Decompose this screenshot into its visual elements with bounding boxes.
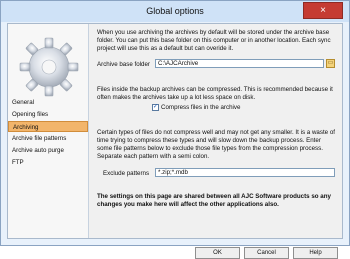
nav-item-archive-file-patterns[interactable]: Archive file patterns <box>8 133 88 144</box>
compression-text: Files inside the backup archives can be … <box>97 86 333 101</box>
intro-text: When you use archiving the archives by d… <box>97 29 331 52</box>
sidebar: General Opening files Archiving Archive … <box>8 24 89 238</box>
ok-button[interactable]: OK <box>195 247 240 259</box>
exclude-info-text: Certain types of files do not compress w… <box>97 129 335 160</box>
nav-item-archiving[interactable]: Archiving <box>8 121 88 132</box>
close-button[interactable]: × <box>303 2 343 19</box>
nav-item-opening-files[interactable]: Opening files <box>8 109 88 120</box>
archive-base-folder-input[interactable]: C:\AJCArchive <box>155 59 324 68</box>
shared-settings-note: The settings on this page are shared bet… <box>97 193 331 208</box>
nav-item-general[interactable]: General <box>8 97 88 108</box>
folder-icon[interactable]: ▭ <box>326 59 335 68</box>
archive-base-folder-label: Archive base folder <box>97 61 150 68</box>
nav-item-archive-auto-purge[interactable]: Archive auto purge <box>8 145 88 156</box>
cancel-button[interactable]: Cancel <box>244 247 289 259</box>
compress-files-label: Compress files in the archive <box>161 104 241 111</box>
nav-item-ftp[interactable]: FTP <box>8 157 88 168</box>
help-button[interactable]: Help <box>293 247 338 259</box>
exclude-patterns-input[interactable]: *.zip;*.mdb <box>155 168 335 177</box>
window-title: Global options <box>146 6 204 16</box>
exclude-patterns-label: Exclude patterns <box>103 170 150 177</box>
global-options-window: Global options × General Opening files A… <box>0 0 350 259</box>
title-bar[interactable]: Global options × <box>1 1 349 22</box>
compress-files-checkbox[interactable]: ✓ <box>152 104 159 111</box>
options-nav: General Opening files Archiving Archive … <box>8 97 88 169</box>
dialog-body: General Opening files Archiving Archive … <box>7 23 343 259</box>
